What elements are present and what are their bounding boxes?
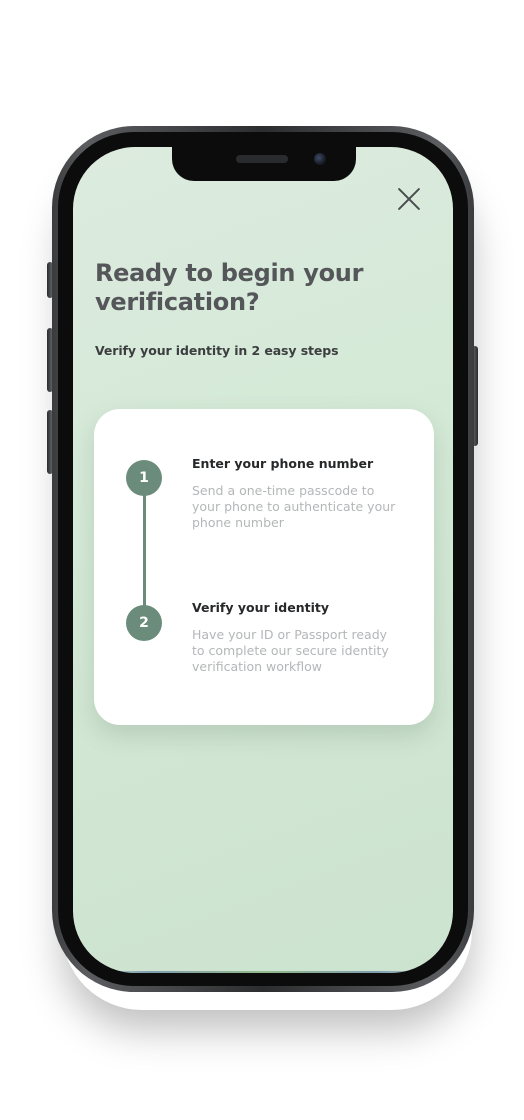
step-description: Have your ID or Passport ready to comple…: [192, 627, 389, 674]
phone-notch: [172, 147, 356, 181]
screen-bottom-edge: [73, 971, 453, 973]
step-number-badge: 1: [126, 460, 162, 496]
step-description: Send a one-time passcode to your phone t…: [192, 483, 396, 530]
step-number-badge: 2: [126, 605, 162, 641]
page-title: Ready to begin your verification?: [95, 259, 364, 316]
steps-card: 1 Enter your phone number Send a one-tim…: [94, 409, 434, 725]
device-mockup-stage: Ready to begin your verification? Verify…: [0, 0, 524, 1120]
speaker-grille: [236, 155, 288, 163]
step-connector-line: [143, 477, 146, 623]
phone-screen: Ready to begin your verification? Verify…: [73, 147, 453, 973]
page-subtitle: Verify your identity in 2 easy steps: [95, 343, 339, 358]
step-title: Verify your identity: [192, 600, 329, 615]
step-title: Enter your phone number: [192, 456, 374, 471]
close-icon[interactable]: [397, 187, 421, 211]
front-camera-icon: [314, 153, 326, 165]
